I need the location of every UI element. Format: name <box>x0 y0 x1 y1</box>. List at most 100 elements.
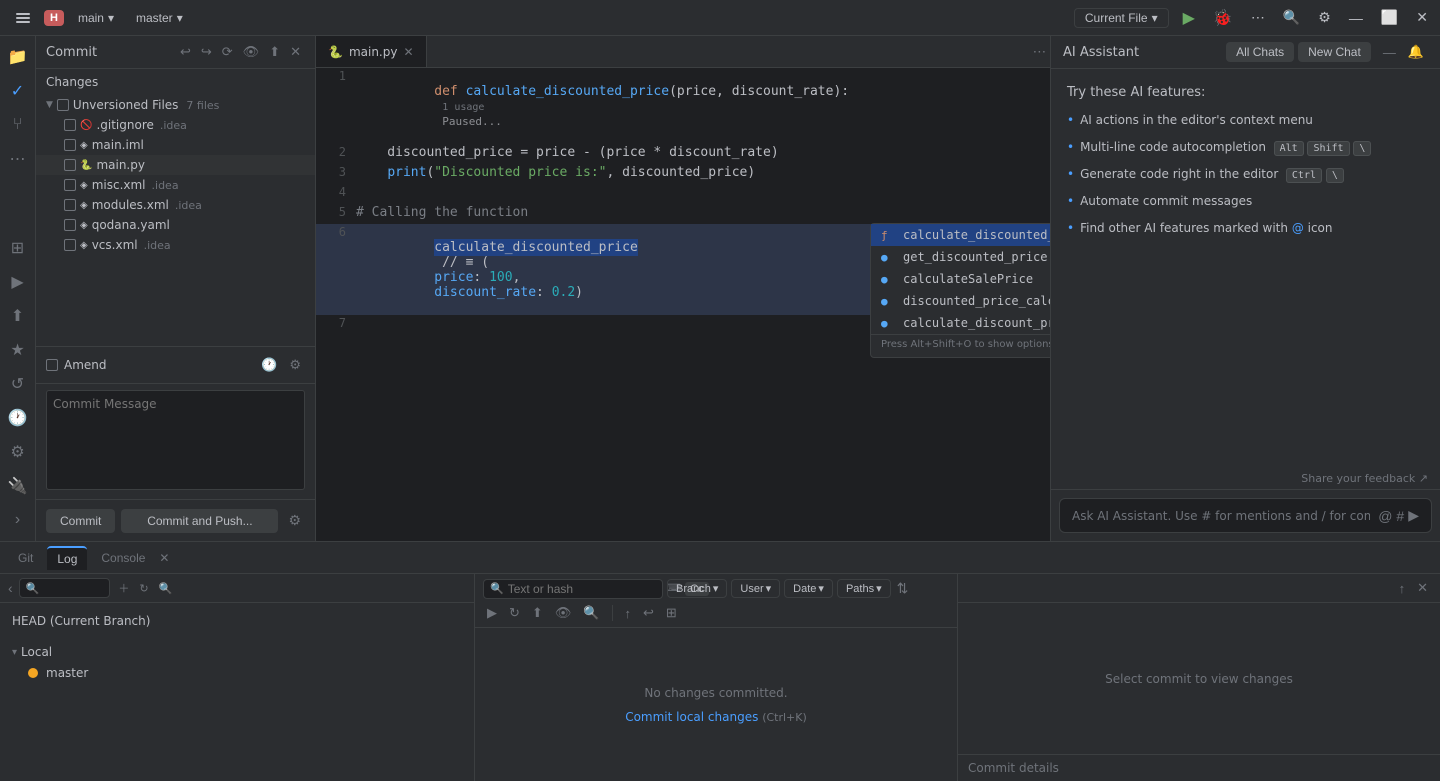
list-item[interactable]: ◈ modules.xml .idea <box>36 195 315 215</box>
file-checkbox[interactable] <box>64 139 76 151</box>
list-item[interactable]: ◈ main.iml <box>36 135 315 155</box>
ai-send-button[interactable]: ▶ <box>1408 507 1419 524</box>
ai-hash-button[interactable]: # <box>1396 508 1404 524</box>
git-left-nav-button[interactable]: ‹ <box>8 580 13 596</box>
head-branch-item[interactable]: HEAD (Current Branch) <box>12 611 462 631</box>
autocomplete-item-1[interactable]: ƒ calculate_discounted_price <box>871 224 1050 246</box>
sidebar-settings2-icon[interactable]: ⚙ <box>3 437 33 467</box>
ai-bell-button[interactable]: 🔔 <box>1404 42 1428 62</box>
autocomplete-item-2[interactable]: ● get_discounted_price <box>871 246 1050 268</box>
autocomplete-item-3[interactable]: ● calculateSalePrice <box>871 268 1050 290</box>
list-item[interactable]: 🚫 .gitignore .idea <box>36 115 315 135</box>
autocomplete-dropdown[interactable]: ƒ calculate_discounted_price ● get_disco… <box>870 223 1050 358</box>
expand-button[interactable]: ⬆ <box>265 42 284 62</box>
sidebar-files-icon[interactable]: 📁 <box>3 42 33 72</box>
eye-button[interactable]: 👁 <box>239 42 264 62</box>
list-item-mainpy[interactable]: 🐍 main.py <box>36 155 315 175</box>
code-editor[interactable]: 1 def calculate_discounted_price(price, … <box>316 68 1050 541</box>
hamburger-menu-button[interactable] <box>8 3 38 33</box>
refresh-button[interactable]: ⟳ <box>218 42 237 62</box>
commit-local-link[interactable]: Commit local changes <box>625 710 758 724</box>
more-options-button[interactable]: ⋯ <box>1247 5 1269 30</box>
file-checkbox[interactable] <box>64 119 76 131</box>
branch-filter-button[interactable]: Branch ▾ <box>667 579 727 598</box>
sidebar-expand-icon[interactable]: › <box>3 505 33 535</box>
amend-history-icon[interactable]: 🕐 <box>257 355 281 375</box>
text-hash-input[interactable] <box>508 582 663 596</box>
sidebar-history2-icon[interactable]: 🕐 <box>3 403 33 433</box>
close-button[interactable]: ✕ <box>1412 5 1432 30</box>
commit-message-input[interactable] <box>46 390 305 490</box>
main-branch-button[interactable]: main ▾ <box>70 9 122 27</box>
master-branch-button[interactable]: master ▾ <box>128 9 191 27</box>
sidebar-more-icon[interactable]: ⋯ <box>3 144 33 174</box>
current-file-button[interactable]: Current File ▾ <box>1074 8 1169 28</box>
commit-settings-icon[interactable]: ⚙ <box>284 508 305 533</box>
amend-checkbox[interactable] <box>46 359 58 371</box>
search-log-button[interactable]: 🔍 <box>579 603 603 623</box>
sidebar-layers-icon[interactable]: ⊞ <box>3 233 33 263</box>
right-up-button[interactable]: ↑ <box>1395 578 1410 598</box>
add-button[interactable]: ＋ <box>116 578 131 598</box>
tab-main-py[interactable]: 🐍 main.py ✕ <box>316 36 427 67</box>
tab-log[interactable]: Log <box>47 546 87 570</box>
git-search-input[interactable] <box>43 581 103 595</box>
sidebar-commit-icon[interactable]: ✓ <box>3 76 33 106</box>
tab-close-button[interactable]: ✕ <box>403 45 413 59</box>
group-checkbox[interactable] <box>57 99 69 111</box>
local-header[interactable]: ▾ Local <box>12 643 462 661</box>
list-item[interactable]: ◈ qodana.yaml <box>36 215 315 235</box>
minimize-button[interactable]: — <box>1345 6 1367 30</box>
sidebar-run-icon[interactable]: ▶ <box>3 267 33 297</box>
tab-git[interactable]: Git <box>8 547 43 569</box>
commit-push-button[interactable]: Commit and Push... <box>121 509 278 533</box>
ai-input-field[interactable] <box>1072 509 1370 523</box>
sidebar-star-icon[interactable]: ★ <box>3 335 33 365</box>
undo-button[interactable]: ↩ <box>176 42 195 62</box>
redo-button[interactable]: ↪ <box>197 42 216 62</box>
list-item[interactable]: ◈ misc.xml .idea <box>36 175 315 195</box>
search-button-2[interactable]: 🔍 <box>157 580 175 597</box>
logo-button[interactable]: H <box>44 10 64 26</box>
amend-settings-icon[interactable]: ⚙ <box>285 355 305 375</box>
sidebar-history-icon[interactable]: ↺ <box>3 369 33 399</box>
file-group-header[interactable]: ▼ Unversioned Files 7 files <box>36 95 315 115</box>
sidebar-deploy-icon[interactable]: ⬆ <box>3 301 33 331</box>
tab-console[interactable]: Console <box>91 547 155 569</box>
autocomplete-item-5[interactable]: ● calculate_discount_price <box>871 312 1050 334</box>
settings-button[interactable]: ⚙ <box>1314 5 1335 30</box>
file-checkbox[interactable] <box>64 159 76 171</box>
paths-filter-button[interactable]: Paths ▾ <box>837 579 891 598</box>
autocomplete-item-4[interactable]: ● discounted_price_calculation <box>871 290 1050 312</box>
right-close-button[interactable]: ✕ <box>1413 578 1432 598</box>
ai-feedback-link[interactable]: Share your feedback ↗ <box>1051 468 1440 489</box>
all-chats-tab[interactable]: All Chats <box>1226 42 1294 62</box>
upload-log-button[interactable]: ⬆ <box>528 603 547 623</box>
sort-button[interactable]: ⇅ <box>895 578 911 599</box>
sidebar-git-icon[interactable]: ⑂ <box>3 110 33 140</box>
close-panel-button[interactable]: ✕ <box>286 42 305 62</box>
file-checkbox[interactable] <box>64 219 76 231</box>
refresh-log-button[interactable]: ↻ <box>505 603 524 623</box>
commit-button[interactable]: Commit <box>46 509 115 533</box>
list-item[interactable]: ◈ vcs.xml .idea <box>36 235 315 255</box>
file-checkbox[interactable] <box>64 199 76 211</box>
file-checkbox[interactable] <box>64 239 76 251</box>
ai-at-button[interactable]: @ <box>1378 508 1392 524</box>
eye-log-button[interactable]: 👁 <box>551 603 576 623</box>
sidebar-plugins-icon[interactable]: 🔌 <box>3 471 33 501</box>
search-button[interactable]: 🔍 <box>1279 5 1304 30</box>
expand-log-button[interactable]: ⊞ <box>662 603 681 623</box>
user-filter-button[interactable]: User ▾ <box>731 579 780 598</box>
arrow-log-button[interactable]: ↑ <box>621 604 636 623</box>
master-branch-item[interactable]: master <box>12 663 462 683</box>
fetch-button[interactable]: ↻ <box>137 580 150 597</box>
tab-menu-button[interactable]: ⋯ <box>1029 40 1050 64</box>
console-close-button[interactable]: ✕ <box>159 551 169 565</box>
file-checkbox[interactable] <box>64 179 76 191</box>
debug-button[interactable]: 🐞 <box>1209 4 1237 32</box>
new-chat-button[interactable]: New Chat <box>1298 42 1371 62</box>
run-button[interactable]: ▶ <box>1179 4 1199 32</box>
undo-log-button[interactable]: ↩ <box>639 603 658 623</box>
play-log-button[interactable]: ▶ <box>483 603 501 623</box>
